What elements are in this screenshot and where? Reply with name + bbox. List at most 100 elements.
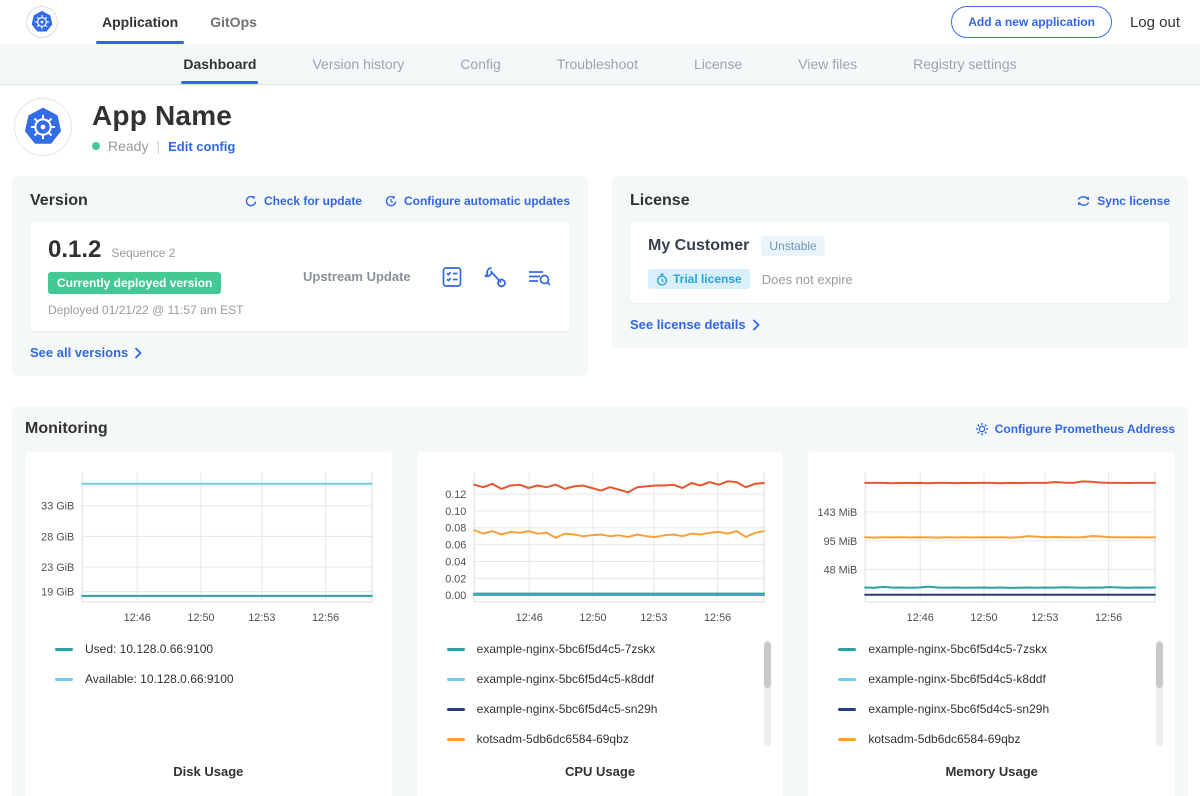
stopwatch-icon <box>656 273 668 286</box>
legend-label: kotsadm-5db6dc6584-69qbz <box>477 732 629 746</box>
y-axis-tick: 0.08 <box>445 523 466 535</box>
legend-item: example-nginx-5bc6f5d4c5-sn29h <box>447 702 758 716</box>
y-axis-tick: 28 GiB <box>41 531 74 543</box>
x-axis-tick: 12:46 <box>907 612 934 624</box>
channel-badge: Unstable <box>761 236 824 256</box>
y-axis-tick: 0.06 <box>445 540 466 552</box>
tab-version-history[interactable]: Version history <box>310 44 406 84</box>
chevron-right-icon <box>134 347 142 359</box>
legend-label: Available: 10.128.0.66:9100 <box>85 672 234 686</box>
x-axis-tick: 12:53 <box>640 612 667 624</box>
version-number: 0.1.2 <box>48 236 101 264</box>
legend-label: example-nginx-5bc6f5d4c5-k8ddf <box>868 672 1045 686</box>
legend-scrollbar[interactable] <box>764 640 771 746</box>
license-card: License Sync license My Customer Unstabl… <box>612 176 1188 348</box>
y-axis-tick: 0.00 <box>445 590 466 602</box>
tab-troubleshoot[interactable]: Troubleshoot <box>555 44 640 84</box>
legend-label: example-nginx-5bc6f5d4c5-7zskx <box>868 642 1047 656</box>
topnav-item-application[interactable]: Application <box>86 0 194 44</box>
topnav-gitops-label: GitOps <box>210 14 257 30</box>
config-wrench-icon[interactable] <box>482 265 508 289</box>
memory-usage-legend: example-nginx-5bc6f5d4c5-7zskx example-ng… <box>808 634 1175 764</box>
check-for-update-link[interactable]: Check for update <box>244 194 362 208</box>
configure-prometheus-label: Configure Prometheus Address <box>995 422 1175 436</box>
view-logs-icon[interactable] <box>526 265 552 289</box>
series-line <box>866 536 1156 538</box>
topnav-application-label: Application <box>102 14 178 30</box>
legend-label: example-nginx-5bc6f5d4c5-sn29h <box>477 702 658 716</box>
x-axis-tick: 12:53 <box>248 612 275 624</box>
chevron-right-icon <box>752 319 760 331</box>
cpu-usage-legend: example-nginx-5bc6f5d4c5-7zskxexample-ng… <box>417 634 784 764</box>
tab-config[interactable]: Config <box>458 44 502 84</box>
top-nav: Application GitOps Add a new application… <box>0 0 1200 44</box>
x-axis-tick: 12:46 <box>515 612 542 624</box>
legend-item: kotsadm-5db6dc6584-69qbz <box>838 732 1149 746</box>
series-line <box>866 481 1156 483</box>
y-axis-tick: 0.02 <box>445 573 466 585</box>
logout-button[interactable]: Log out <box>1130 14 1180 31</box>
legend-item: Available: 10.128.0.66:9100 <box>55 672 366 686</box>
license-expiry: Does not expire <box>762 272 853 287</box>
legend-swatch <box>838 738 856 741</box>
legend-swatch <box>55 648 73 651</box>
legend-label: Used: 10.128.0.66:9100 <box>85 642 213 656</box>
series-line <box>866 587 1156 588</box>
add-application-button[interactable]: Add a new application <box>951 6 1112 38</box>
auto-update-icon <box>384 194 398 208</box>
app-tab-bar: Dashboard Version history Config Trouble… <box>0 44 1200 85</box>
x-axis-tick: 12:50 <box>187 612 214 624</box>
x-axis-tick: 12:56 <box>312 612 339 624</box>
y-axis-tick: 95 MiB <box>824 536 858 548</box>
tab-view-files[interactable]: View files <box>796 44 859 84</box>
x-axis-tick: 12:56 <box>1095 612 1122 624</box>
disk-usage-legend: Used: 10.128.0.66:9100 Available: 10.128.… <box>25 634 392 764</box>
legend-item: kotsadm-5db6dc6584-69qbz <box>447 732 758 746</box>
tab-dashboard[interactable]: Dashboard <box>181 44 258 84</box>
check-for-update-label: Check for update <box>264 194 362 208</box>
configure-automatic-updates-link[interactable]: Configure automatic updates <box>384 194 570 208</box>
gear-icon <box>975 422 989 436</box>
app-header: App Name Ready | Edit config <box>0 85 1200 168</box>
memory-usage-plot: 143 MiB95 MiB48 MiB12:4612:5012:5312:56 <box>808 462 1175 634</box>
legend-swatch <box>447 678 465 681</box>
y-axis-tick: 23 GiB <box>41 562 74 574</box>
cpu-usage-title: CPU Usage <box>417 764 784 779</box>
legend-item: Used: 10.128.0.66:9100 <box>55 642 366 656</box>
tab-version-history-label: Version history <box>312 56 404 72</box>
edit-config-link[interactable]: Edit config <box>168 139 235 154</box>
legend-swatch <box>447 648 465 651</box>
license-type-label: Trial license <box>673 272 742 286</box>
y-axis-tick: 143 MiB <box>818 507 858 519</box>
tab-registry-settings-label: Registry settings <box>913 56 1016 72</box>
sync-license-link[interactable]: Sync license <box>1076 194 1170 208</box>
preflight-checks-icon[interactable] <box>440 265 464 289</box>
legend-scrollbar-thumb[interactable] <box>1156 642 1163 688</box>
tab-license[interactable]: License <box>692 44 744 84</box>
version-source: Upstream Update <box>303 269 411 284</box>
y-axis-tick: 0.04 <box>445 556 466 568</box>
configure-prometheus-link[interactable]: Configure Prometheus Address <box>975 422 1175 436</box>
tab-dashboard-label: Dashboard <box>183 56 256 72</box>
app-status: Ready <box>108 138 148 154</box>
monitoring-section: Monitoring Configure Prometheus Address … <box>12 406 1188 796</box>
x-axis-tick: 12:46 <box>124 612 151 624</box>
refresh-icon <box>244 194 258 208</box>
legend-scrollbar-thumb[interactable] <box>764 642 771 688</box>
version-card: Version Check for update Configure autom… <box>12 176 588 376</box>
x-axis-tick: 12:50 <box>971 612 998 624</box>
current-version-card: 0.1.2 Sequence 2 Currently deployed vers… <box>30 222 570 331</box>
see-license-details-link[interactable]: See license details <box>630 317 1170 332</box>
app-icon <box>14 98 72 156</box>
see-all-versions-link[interactable]: See all versions <box>30 345 570 360</box>
tab-view-files-label: View files <box>798 56 857 72</box>
series-line <box>474 530 764 538</box>
disk-usage-title: Disk Usage <box>25 764 392 779</box>
topnav-item-gitops[interactable]: GitOps <box>194 0 273 44</box>
license-type-badge: Trial license <box>648 269 750 289</box>
tab-registry-settings[interactable]: Registry settings <box>911 44 1018 84</box>
kubernetes-logo-icon[interactable] <box>26 6 58 38</box>
tab-config-label: Config <box>460 56 500 72</box>
see-license-details-label: See license details <box>630 317 746 332</box>
legend-scrollbar[interactable] <box>1156 640 1163 746</box>
